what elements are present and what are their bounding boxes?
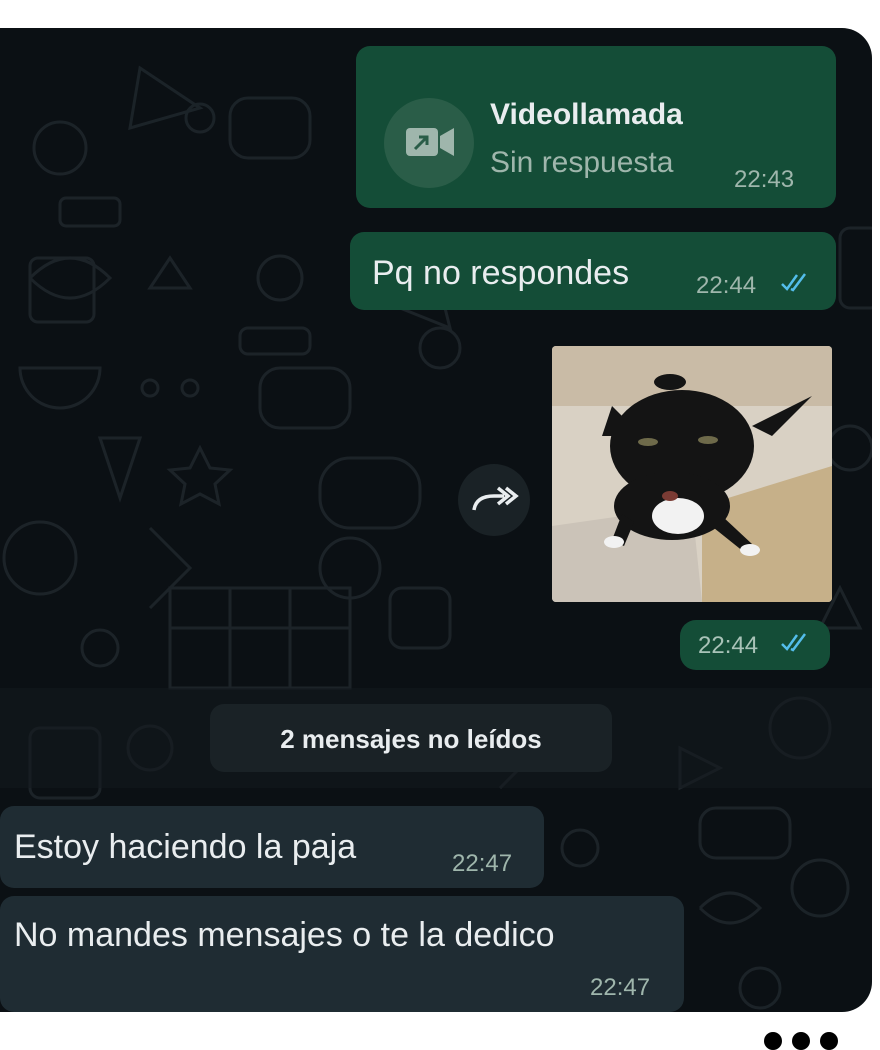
call-title: Videollamada (490, 98, 683, 131)
unread-messages-divider: 2 mensajes no leídos (210, 704, 612, 772)
call-status: Sin respuesta (490, 146, 674, 179)
image-message[interactable] (552, 346, 832, 602)
incoming-message[interactable]: No mandes mensajes o te la dedico 22:47 (0, 896, 684, 1012)
message-time: 22:47 (590, 974, 651, 1001)
cat-photo (552, 346, 832, 602)
incoming-message[interactable]: Estoy haciendo la paja 22:47 (0, 806, 544, 888)
read-ticks-icon (781, 273, 806, 292)
video-call-icon-container (384, 98, 474, 188)
message-text: Pq no respondes (372, 254, 630, 292)
message-time: 22:47 (452, 850, 513, 877)
forward-button[interactable] (458, 464, 530, 536)
more-options-dots[interactable] (760, 1028, 844, 1050)
call-time: 22:43 (734, 166, 795, 193)
dot (764, 1032, 782, 1050)
message-text: Estoy haciendo la paja (14, 828, 357, 866)
read-ticks-icon (781, 633, 806, 652)
message-text: No mandes mensajes o te la dedico (14, 916, 555, 954)
dot (820, 1032, 838, 1050)
missed-call-bubble[interactable]: Videollamada Sin respuesta 22:43 (356, 46, 836, 208)
forward-icon (472, 486, 519, 511)
chat-panel: Videollamada Sin respuesta 22:43 Pq no r… (0, 28, 872, 1012)
message-time: 22:44 (696, 272, 757, 299)
dot (792, 1032, 810, 1050)
video-call-missed-icon (406, 128, 454, 156)
outgoing-message[interactable]: Pq no respondes 22:44 (350, 232, 836, 310)
image-timestamp: 22:44 (680, 620, 830, 670)
unread-label: 2 mensajes no leídos (280, 724, 542, 754)
image-time: 22:44 (698, 632, 759, 659)
